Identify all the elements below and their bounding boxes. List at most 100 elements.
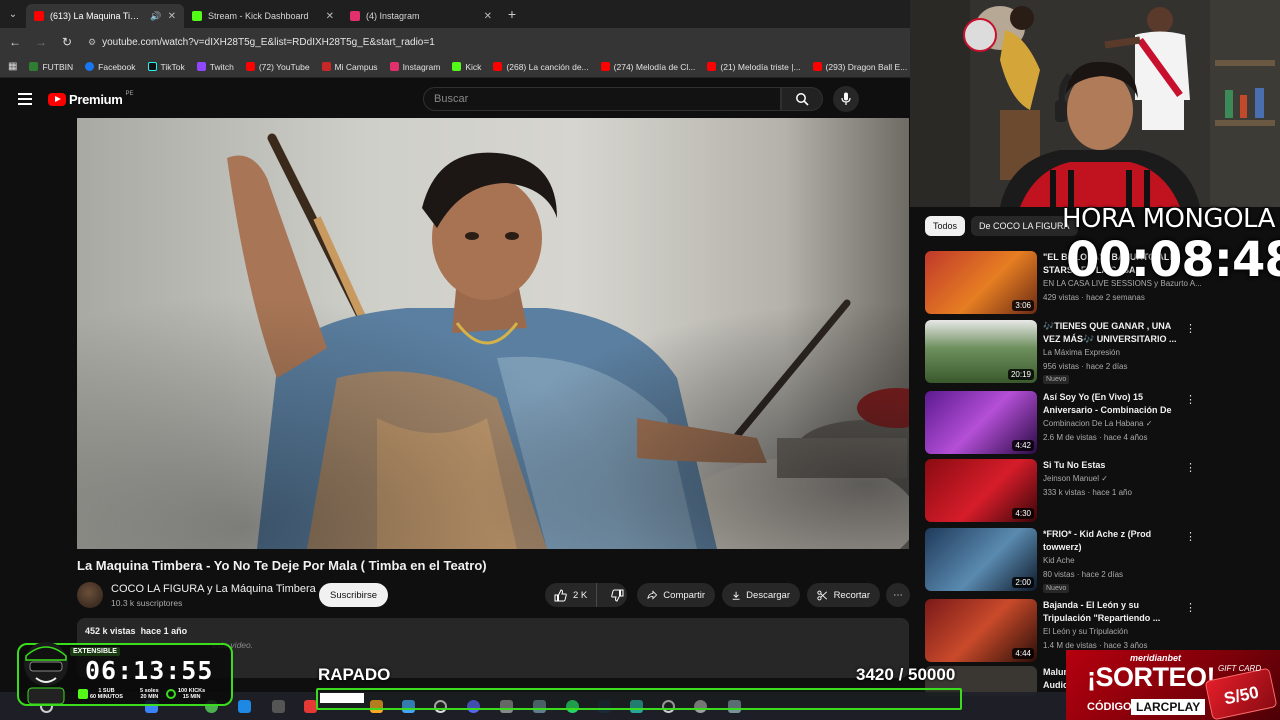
close-tab-icon[interactable]: ✕ <box>484 11 492 22</box>
goal-current: 3420 <box>856 665 894 684</box>
channel-avatar[interactable] <box>77 582 103 608</box>
recommended-title[interactable]: *FRIO* - Kid Ache z (Prod towwerz) <box>1043 528 1179 554</box>
dislike-button[interactable] <box>603 589 624 602</box>
kicks-rate: 100 KICKs 15 MIN <box>178 688 206 700</box>
bookmark-label: FUTBIN <box>42 61 74 72</box>
video-thumbnail[interactable]: 20:19 <box>925 320 1037 383</box>
more-options-icon[interactable]: ⋮ <box>1185 393 1196 406</box>
goal-total: / 50000 <box>898 665 956 684</box>
tab-label: (4) Instagram <box>366 11 420 21</box>
video-player[interactable] <box>77 118 909 549</box>
video-thumbnail[interactable]: 2:00 <box>925 528 1037 591</box>
reload-icon[interactable]: ↻ <box>60 35 74 49</box>
bookmark-yt-2[interactable]: (274) Melodía de Cl... <box>600 62 695 72</box>
search-placeholder: Buscar <box>434 93 469 105</box>
forward-icon[interactable]: → <box>34 35 48 49</box>
video-title: La Maquina Timbera - Yo No Te Deje Por M… <box>77 558 487 573</box>
tab-youtube[interactable]: (613) La Maquina Timbera 🔊 ✕ <box>26 4 184 28</box>
search-input[interactable]: Buscar <box>423 87 781 111</box>
filter-chips: Todos De COCO LA FIGURA <box>925 216 1078 236</box>
video-duration: 2:00 <box>1012 577 1034 588</box>
menu-icon[interactable] <box>18 93 32 105</box>
channel-name[interactable]: COCO LA FIGURA y La Máquina Timbera <box>111 583 316 595</box>
bookmark-instagram[interactable]: Instagram <box>389 61 441 72</box>
more-options-icon[interactable]: ⋮ <box>1185 322 1196 335</box>
bookmark-label: (21) Melodía triste |... <box>720 61 801 72</box>
recommended-title[interactable]: 🎶TIENES QUE GANAR , UNA VEZ MÁS🎶 UNIVERS… <box>1043 320 1179 346</box>
tab-search-icon[interactable]: ⌄ <box>0 0 26 28</box>
like-button[interactable]: 2 K <box>545 583 598 607</box>
bookmark-futbin[interactable]: FUTBIN <box>29 62 73 72</box>
recommended-title[interactable]: Así Soy Yo (En Vivo) 15 Aniversario - Co… <box>1043 391 1179 417</box>
clip-button[interactable]: Recortar <box>807 583 880 607</box>
bookmark-yt-4[interactable]: (293) Dragon Ball E... <box>812 62 907 72</box>
new-badge: Nuevo <box>1043 584 1070 593</box>
kick-favicon-icon <box>192 11 202 21</box>
chip-todos[interactable]: Todos <box>925 216 966 236</box>
promo-code: LARCPLAY <box>1131 699 1206 715</box>
subscribe-button[interactable]: Suscribirse <box>319 583 388 607</box>
like-dislike-group: 2 K <box>545 583 627 607</box>
new-tab-icon[interactable]: + <box>500 6 524 22</box>
recommended-video[interactable]: 2:00 *FRIO* - Kid Ache z (Prod towwerz) … <box>925 528 1196 593</box>
description-meta: 452 k vistas hace 1 año <box>85 626 187 636</box>
close-tab-icon[interactable]: ✕ <box>326 11 334 22</box>
tab-label: Stream - Kick Dashboard <box>208 11 309 21</box>
video-thumbnail[interactable]: 4:30 <box>925 459 1037 522</box>
more-options-icon[interactable]: ⋮ <box>1185 601 1196 614</box>
recommended-video[interactable]: 4:42 Así Soy Yo (En Vivo) 15 Aniversario… <box>925 391 1196 455</box>
tab-instagram[interactable]: (4) Instagram ✕ <box>342 4 500 28</box>
bookmark-label: Facebook <box>98 61 136 72</box>
recommended-title[interactable]: Bajanda - El León y su Tripulación "Repa… <box>1043 599 1179 625</box>
thumbs-up-icon <box>554 588 567 601</box>
back-icon[interactable]: ← <box>8 35 22 49</box>
streamer-webcam <box>910 0 1280 207</box>
browser-tab-bar: ⌄ (613) La Maquina Timbera 🔊 ✕ Stream - … <box>0 0 910 28</box>
speaker-icon[interactable]: 🔊 <box>150 11 161 22</box>
site-info-icon[interactable]: ⚙ <box>88 37 96 48</box>
video-thumbnail[interactable]: 3:06 <box>925 251 1037 314</box>
bookmark-yt-1[interactable]: (268) La canción de... <box>493 62 589 72</box>
bookmark-youtube[interactable]: (72) YouTube <box>245 62 310 72</box>
url-field[interactable]: ⚙ youtube.com/watch?v=dIXH28T5g_E&list=R… <box>88 36 435 48</box>
more-options-icon[interactable]: ⋮ <box>1185 530 1196 543</box>
bookmark-twitch[interactable]: Twitch <box>196 62 234 72</box>
download-button[interactable]: Descargar <box>722 583 800 607</box>
video-thumbnail[interactable]: 4:44 <box>925 599 1037 662</box>
scissors-icon <box>817 590 828 600</box>
youtube-logo[interactable]: Premium PE <box>48 91 134 107</box>
video-duration: 4:42 <box>1012 440 1034 451</box>
bookmarks-bar: ▦ FUTBIN Facebook TikTok Twitch (72) You… <box>0 56 910 78</box>
recommended-video[interactable]: 20:19 🎶TIENES QUE GANAR , UNA VEZ MÁS🎶 U… <box>925 320 1196 384</box>
recommended-channel: Audic <box>1043 680 1069 690</box>
goal-label: RAPADO <box>318 665 391 684</box>
bookmark-yt-3[interactable]: (21) Melodía triste |... <box>707 61 801 72</box>
bookmark-kick[interactable]: Kick <box>452 62 481 72</box>
search-button[interactable] <box>781 87 823 111</box>
instagram-favicon-icon <box>350 11 360 21</box>
app-icon[interactable] <box>272 700 285 713</box>
video-thumbnail[interactable]: 4:42 <box>925 391 1037 454</box>
voice-search-button[interactable] <box>833 86 859 112</box>
more-options-icon[interactable]: ⋮ <box>1185 461 1196 474</box>
new-badge: Nuevo <box>1043 375 1070 384</box>
extensible-label: EXTENSIBLE <box>70 647 120 656</box>
more-actions-icon[interactable]: ⋯ <box>886 583 910 607</box>
recommended-video[interactable]: 4:30 Si Tu No Estas Jeinson Manuel ✓ 333… <box>925 459 1196 523</box>
close-tab-icon[interactable]: ✕ <box>168 11 176 22</box>
app-icon[interactable] <box>238 700 251 713</box>
recommended-title[interactable]: Si Tu No Estas <box>1043 459 1179 472</box>
screen: ⌄ (613) La Maquina Timbera 🔊 ✕ Stream - … <box>0 0 1280 720</box>
share-button[interactable]: Compartir <box>637 583 715 607</box>
bookmark-label: Instagram <box>402 61 441 72</box>
bookmark-tiktok[interactable]: TikTok <box>147 61 185 72</box>
bookmark-facebook[interactable]: Facebook <box>85 61 136 72</box>
twitch-icon <box>196 62 206 71</box>
bookmark-label: TikTok <box>160 61 185 72</box>
youtube-favicon-icon <box>34 11 44 21</box>
bookmark-mi-campus[interactable]: Mi Campus <box>321 62 378 72</box>
tab-kick-dashboard[interactable]: Stream - Kick Dashboard ✕ <box>184 4 342 28</box>
apps-grid-icon[interactable]: ▦ <box>8 61 17 72</box>
youtube-icon <box>707 62 717 71</box>
recommended-meta: 2.6 M de vistas · hace 4 años <box>1043 433 1148 442</box>
